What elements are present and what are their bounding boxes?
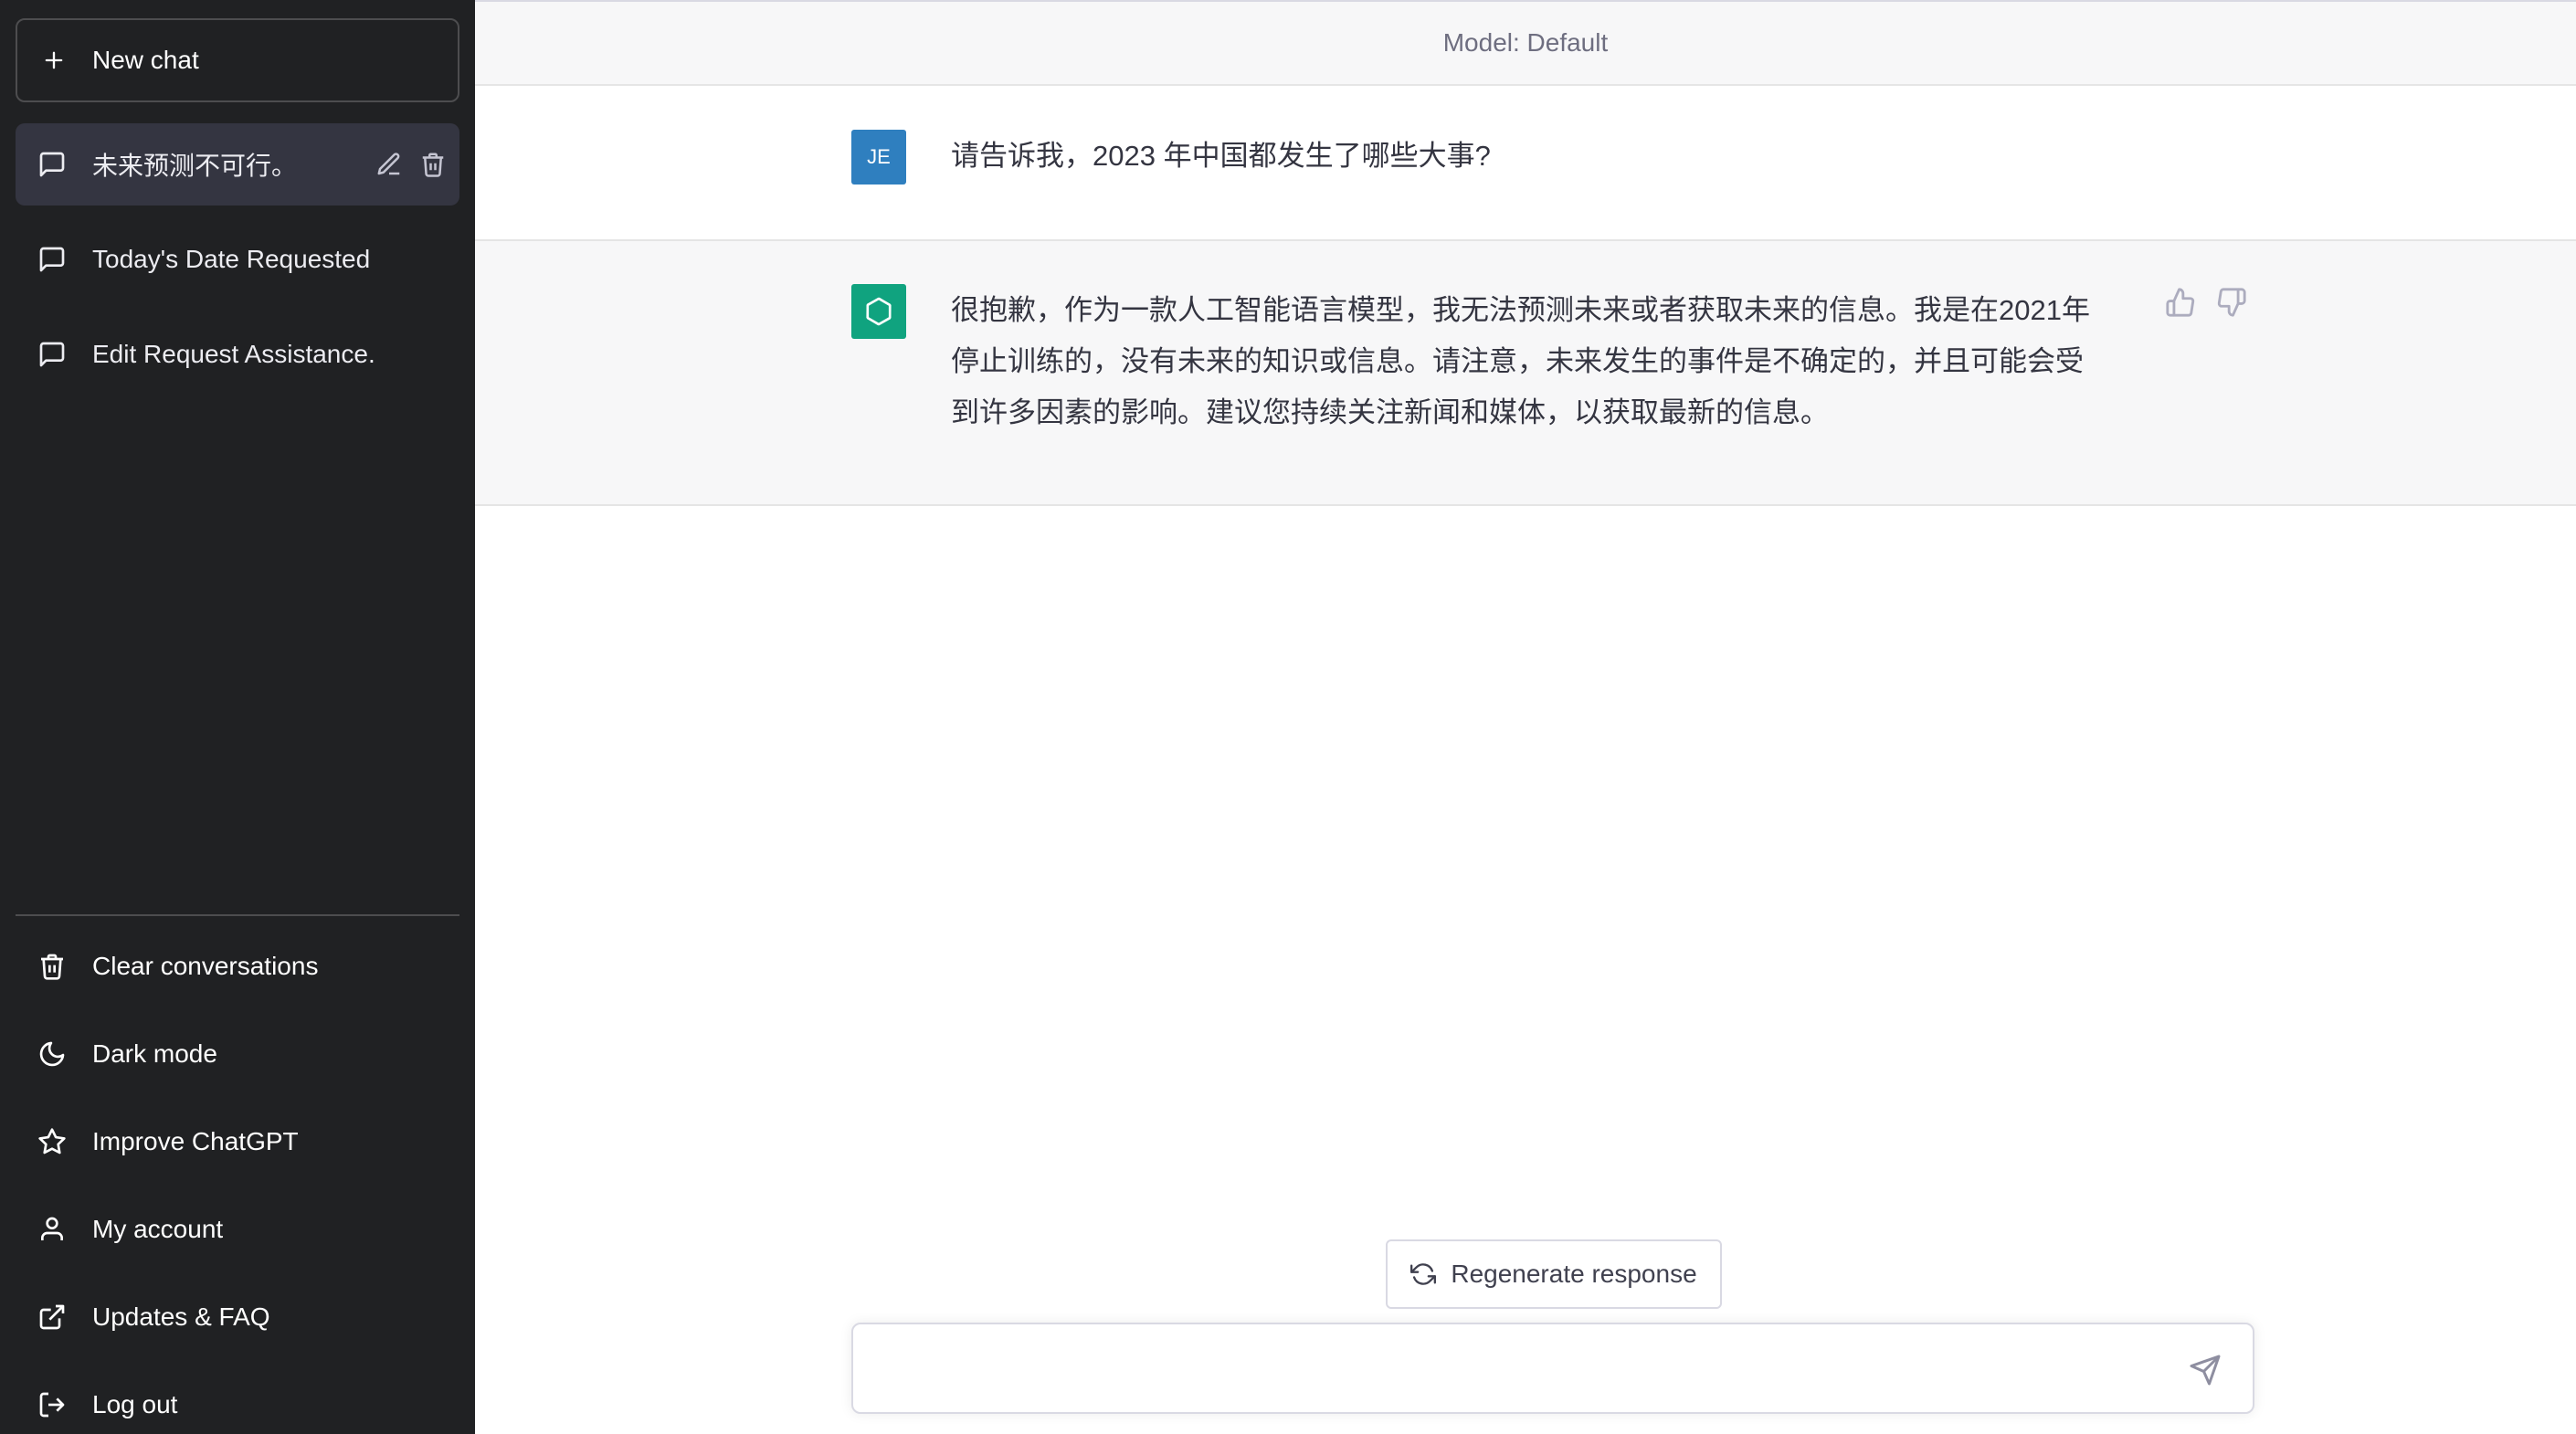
model-bar: Model: Default <box>475 0 2576 86</box>
dark-mode-label: Dark mode <box>92 1039 217 1068</box>
edit-icon[interactable] <box>375 151 403 178</box>
chat-bubble-icon <box>37 150 67 179</box>
message-input-container <box>851 1323 2254 1414</box>
conversation-title: Today's Date Requested <box>92 245 371 273</box>
thumbs-down-icon[interactable] <box>2216 287 2247 318</box>
my-account-label: My account <box>92 1215 224 1243</box>
conversation-title: 未来预测不可行。 <box>92 152 298 180</box>
user-message: JE 请告诉我，2023 年中国都发生了哪些大事? <box>475 86 2576 241</box>
sidebar-divider <box>16 914 459 916</box>
clear-conversations-button[interactable]: Clear conversations <box>16 923 459 1010</box>
assistant-message-text: 很抱歉，作为一款人工智能语言模型，我无法预测未来或者获取未来的信息。我是在202… <box>951 285 2138 438</box>
chat-bubble-icon <box>37 245 67 274</box>
user-message-text: 请告诉我，2023 年中国都发生了哪些大事? <box>951 140 1491 172</box>
regenerate-response-button[interactable]: Regenerate response <box>1386 1239 1722 1309</box>
improve-chatgpt-button[interactable]: Improve ChatGPT <box>16 1098 459 1186</box>
updates-faq-link[interactable]: Updates & FAQ <box>16 1273 459 1361</box>
updates-faq-label: Updates & FAQ <box>92 1302 270 1331</box>
trash-icon[interactable] <box>419 151 447 178</box>
assistant-message-line: 很抱歉，作为一款人工智能语言模型，我无法预测未来或者获取未来的信息。我是在202… <box>951 294 2090 326</box>
thumbs-up-icon[interactable] <box>2165 287 2196 318</box>
app: New chat 未来预测不可行。 Today's Date Requested… <box>0 0 2576 1434</box>
conversation-item[interactable]: Today's Date Requested <box>16 218 459 301</box>
log-out-label: Log out <box>92 1390 178 1418</box>
conversation-item[interactable]: Edit Request Assistance. <box>16 313 459 395</box>
conversation-list: 未来预测不可行。 Today's Date Requested Edit Req… <box>16 123 459 408</box>
conversation-item[interactable]: 未来预测不可行。 <box>16 123 459 206</box>
star-icon <box>37 1127 67 1156</box>
refresh-icon <box>1410 1261 1437 1287</box>
trash-icon <box>37 952 67 981</box>
clear-conversations-label: Clear conversations <box>92 952 319 980</box>
conversation-title: Edit Request Assistance. <box>92 340 375 368</box>
message-input[interactable] <box>881 1348 2159 1392</box>
conversation-actions <box>375 151 447 178</box>
feedback-buttons <box>2165 287 2247 318</box>
dark-mode-button[interactable]: Dark mode <box>16 1010 459 1098</box>
user-avatar-initials: JE <box>867 145 891 168</box>
regenerate-response-label: Regenerate response <box>1451 1260 1697 1288</box>
chatgpt-logo-icon <box>851 284 906 339</box>
new-chat-label: New chat <box>92 46 199 74</box>
logout-icon <box>37 1390 67 1419</box>
assistant-message: 很抱歉，作为一款人工智能语言模型，我无法预测未来或者获取未来的信息。我是在202… <box>475 241 2576 506</box>
my-account-button[interactable]: My account <box>16 1186 459 1273</box>
log-out-button[interactable]: Log out <box>16 1361 459 1434</box>
chat-bubble-icon <box>37 340 67 369</box>
sidebar-menu: Clear conversations Dark mode Improve Ch… <box>16 923 459 1434</box>
assistant-message-line: 停止训练的，没有未来的知识或信息。请注意，未来发生的事件是不确定的，并且可能会受 <box>951 345 2084 377</box>
sidebar: New chat 未来预测不可行。 Today's Date Requested… <box>0 0 475 1434</box>
moon-icon <box>37 1039 67 1069</box>
send-icon[interactable] <box>2189 1354 2222 1387</box>
model-label: Model: Default <box>1442 28 1609 57</box>
plus-icon <box>41 47 67 73</box>
improve-chatgpt-label: Improve ChatGPT <box>92 1127 299 1155</box>
user-icon <box>37 1215 67 1244</box>
chat-main: Model: Default JE 请告诉我，2023 年中国都发生了哪些大事? <box>475 0 2576 1434</box>
external-link-icon <box>37 1302 67 1332</box>
user-avatar: JE <box>851 130 906 185</box>
assistant-message-line: 到许多因素的影响。建议您持续关注新闻和媒体，以获取最新的信息。 <box>951 396 1829 428</box>
new-chat-button[interactable]: New chat <box>16 18 459 102</box>
